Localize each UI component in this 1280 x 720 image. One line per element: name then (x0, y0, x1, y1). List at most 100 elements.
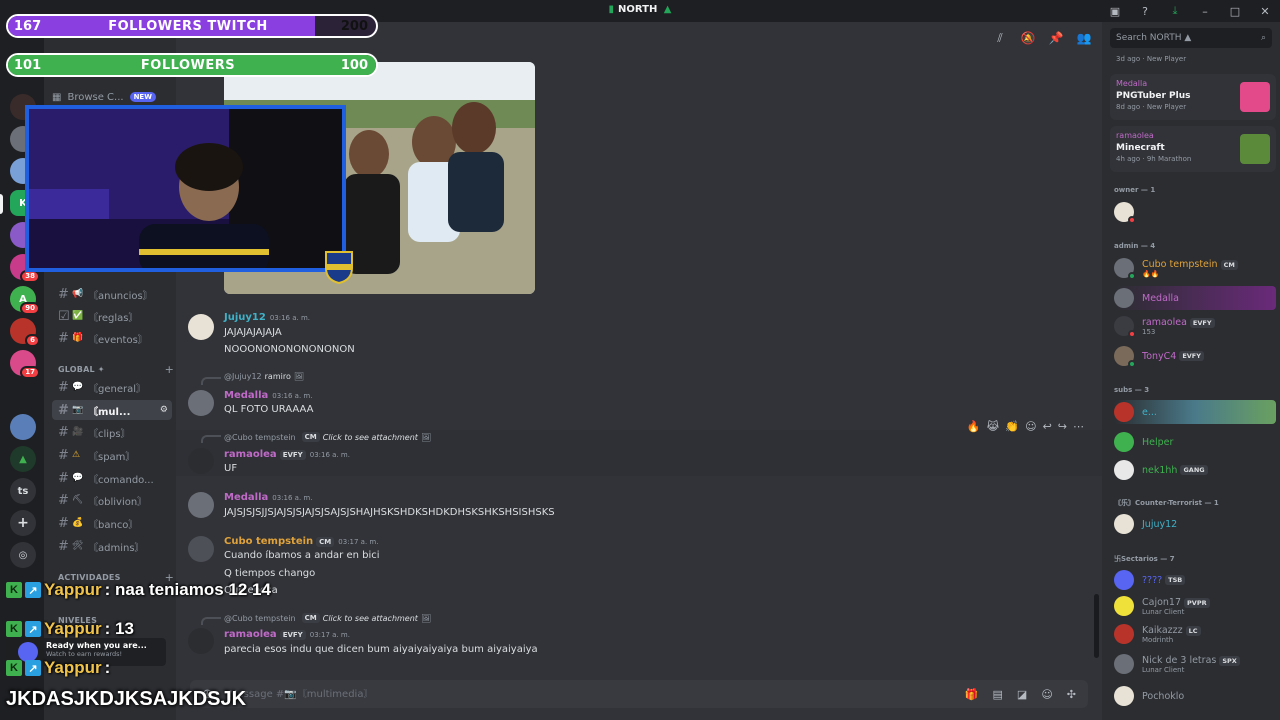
server-icon[interactable]: 17 (10, 350, 40, 379)
member-item[interactable]: Medalla (1114, 286, 1276, 310)
sticker-icon[interactable]: ◪ (1017, 688, 1027, 701)
settings-icon[interactable]: ⚙ (160, 405, 168, 415)
category-global[interactable]: GLOBAL ✦ + (58, 362, 174, 376)
member-item[interactable]: Cubo tempstein CM 🔥🔥 (1114, 256, 1276, 280)
add-server-icon[interactable]: + (10, 510, 36, 536)
role-tag: SPX (1219, 655, 1240, 666)
avatar[interactable] (188, 390, 214, 416)
username[interactable]: ramaolea (224, 449, 277, 460)
react-clap-icon[interactable]: 👏 (1005, 420, 1019, 433)
channel-general[interactable]: # 💬 〘general〙 (52, 377, 172, 397)
channel-multimedia[interactable]: # 📷 〘mul... ⚙ (52, 400, 172, 420)
activity-card[interactable]: 3d ago · New Player (1110, 44, 1276, 68)
channel-admins[interactable]: # 🛠 〘admins〙 (52, 536, 172, 556)
member-item[interactable]: Nick de 3 letras SPX Lunar Client (1114, 652, 1276, 676)
reply-username[interactable]: @Cubo tempstein (224, 433, 296, 442)
server-icon[interactable]: 6 (10, 318, 40, 347)
channel-spam[interactable]: # ⚠ 〘spam〙 (52, 445, 172, 465)
member-item[interactable]: ???? TSB (1114, 568, 1276, 592)
hash-icon: ▮ (608, 4, 614, 15)
message-author[interactable]: Medalla 03:16 a. m. (224, 492, 312, 503)
member-item[interactable]: Pochoklo (1114, 684, 1276, 708)
pin-icon[interactable]: 📌 (1048, 30, 1064, 46)
member-status: 🔥🔥 (1142, 269, 1160, 278)
avatar[interactable] (188, 314, 214, 340)
add-channel-icon[interactable]: + (165, 363, 174, 376)
rules-icon: ☑ (58, 308, 70, 324)
avatar (1114, 432, 1134, 452)
reply-text[interactable]: Click to see attachment (323, 614, 418, 623)
gift-icon[interactable]: 🎁 (965, 688, 979, 701)
channel-banco[interactable]: # 💰 〘banco〙 (52, 513, 172, 533)
avatar[interactable] (188, 536, 214, 562)
server-folder-ts[interactable]: ts (10, 478, 36, 504)
server-icon[interactable]: ▲ (10, 446, 36, 472)
username[interactable]: Medalla (224, 492, 268, 503)
forward-icon[interactable]: ↪ (1058, 420, 1067, 433)
threads-icon[interactable]: ⫽ (992, 30, 1008, 46)
channel-name: 〘banco〙 (88, 519, 139, 531)
reply-preview[interactable]: @Cubo tempstein CM Click to see attachment… (224, 432, 431, 442)
reply-preview[interactable]: @Cubo tempstein CM Click to see attachment… (224, 613, 431, 623)
help-icon[interactable]: ? (1130, 0, 1160, 22)
channel-comandos[interactable]: # 💬 〘comando... (52, 468, 172, 488)
message-author[interactable]: Jujuy12 03:16 a. m. (224, 312, 310, 323)
username[interactable]: ramaolea (224, 629, 277, 640)
reply-preview[interactable]: @Jujuy12 ramiro 🖼 (224, 372, 304, 381)
member-item[interactable]: Helper (1114, 430, 1276, 454)
activity-card[interactable]: ramaolea Minecraft 4h ago · 9h Marathon (1110, 126, 1276, 172)
message-author[interactable]: Cubo tempstein CM 03:17 a. m. (224, 536, 378, 547)
username[interactable]: Jujuy12 (224, 312, 266, 323)
reply-username[interactable]: @Cubo tempstein (224, 614, 296, 623)
emoji-icon[interactable]: ☺ (1041, 688, 1052, 701)
channel-eventos[interactable]: # 🎁 〘eventos〙 (52, 328, 172, 348)
member-item[interactable] (1114, 200, 1276, 224)
member-item[interactable]: Kaikazzz LC Modrinth (1114, 622, 1276, 646)
message-author[interactable]: ramaolea EVFY 03:16 a. m. (224, 449, 350, 460)
message-author[interactable]: ramaolea EVFY 03:17 a. m. (224, 629, 350, 640)
message-author[interactable]: Medalla 03:16 a. m. (224, 390, 312, 401)
channel-clips[interactable]: # 🎥 〘clips〙 (52, 422, 172, 442)
avatar[interactable] (188, 492, 214, 518)
timestamp: 03:16 a. m. (272, 494, 313, 502)
member-list-icon[interactable]: 👥 (1076, 30, 1092, 46)
apps-icon[interactable]: ✣ (1067, 688, 1076, 701)
more-icon[interactable]: ⋯ (1073, 420, 1084, 433)
reply-text[interactable]: Click to see attachment (323, 433, 418, 442)
username[interactable]: Cubo tempstein (224, 536, 313, 547)
member-item[interactable]: nek1hh GANG (1114, 458, 1276, 482)
username[interactable]: Medalla (224, 390, 268, 401)
server-icon[interactable]: A 90 (10, 286, 40, 315)
add-reaction-icon[interactable]: ☺ (1025, 420, 1036, 433)
channel-anuncios[interactable]: # 📢 〘anuncios〙 (52, 284, 172, 304)
channel-emoji: ⛏ (72, 495, 84, 505)
avatar (1114, 624, 1134, 644)
browse-channels[interactable]: ▦ Browse C... NEW (52, 88, 170, 106)
close-icon[interactable]: ✕ (1250, 0, 1280, 22)
channel-oblivion[interactable]: # ⛏ 〘oblivion〙 (52, 490, 172, 510)
avatar[interactable] (188, 628, 214, 654)
member-item[interactable]: TonyC4 EVFY (1114, 344, 1276, 368)
react-fire-icon[interactable]: 🔥 (967, 420, 981, 433)
channel-reglas[interactable]: ☑ ✅ 〘reglas〙 (52, 306, 172, 326)
download-icon[interactable]: ⤓ (1160, 0, 1190, 22)
react-cat-icon[interactable]: 😹 (987, 420, 1000, 433)
member-item[interactable]: e... (1114, 400, 1276, 424)
server-icon[interactable] (10, 414, 36, 440)
discover-icon[interactable]: ◎ (10, 542, 36, 568)
scrollbar[interactable] (1094, 594, 1099, 658)
message-input[interactable] (212, 688, 965, 700)
member-item[interactable]: Cajon17 PVPR Lunar Client (1114, 594, 1276, 618)
member-item[interactable]: ramaolea EVFY 153 (1114, 314, 1276, 338)
inbox-icon[interactable]: ▣ (1100, 0, 1130, 22)
reply-username[interactable]: @Jujuy12 (224, 372, 262, 381)
mute-bell-icon[interactable]: 🔕 (1020, 30, 1036, 46)
minimize-icon[interactable]: – (1190, 0, 1220, 22)
activity-card[interactable]: Medalla PNGTuber Plus 8d ago · New Playe… (1110, 74, 1276, 120)
reply-icon[interactable]: ↩ (1043, 420, 1052, 433)
gif-icon[interactable]: ▤ (993, 688, 1003, 701)
avatar[interactable] (188, 448, 214, 474)
maximize-icon[interactable]: □ (1220, 0, 1250, 22)
member-item[interactable]: Jujuy12 (1114, 512, 1276, 536)
browse-icon: ▦ (52, 91, 62, 103)
